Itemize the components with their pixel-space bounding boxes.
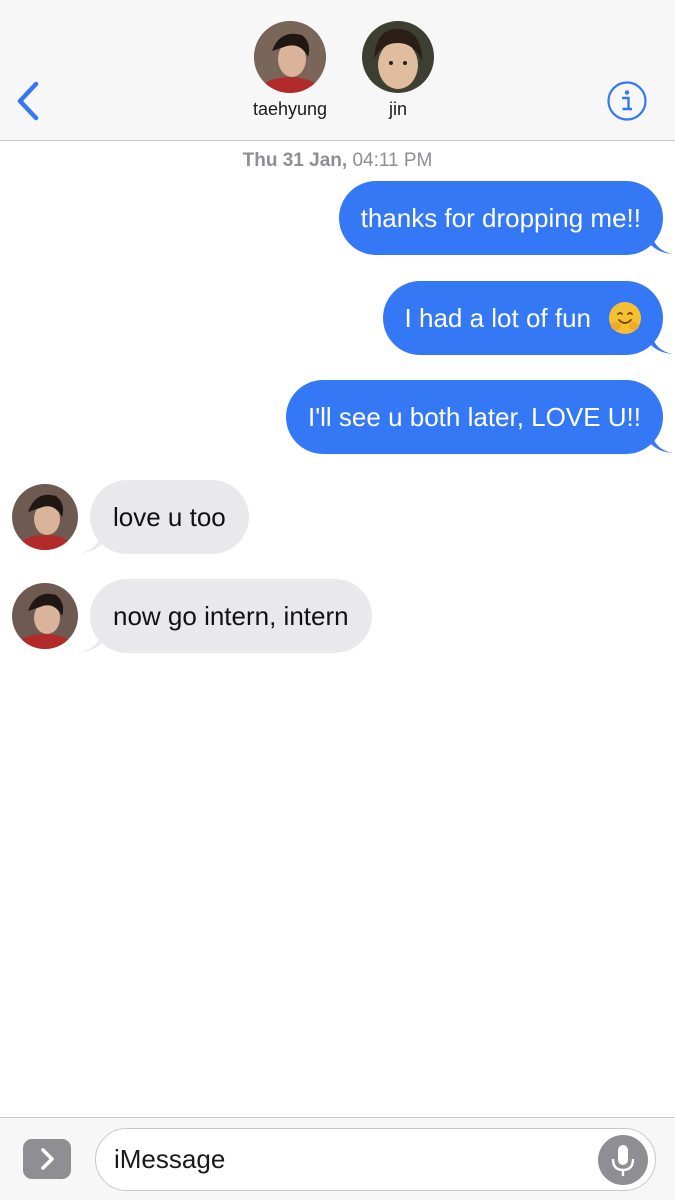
timestamp-day: Thu 31 Jan, [242,150,348,171]
message-text: now go intern, intern [113,600,349,631]
message-text: I had a lot of fun [404,302,591,333]
message-composer [0,1117,675,1200]
microphone-icon [611,1145,635,1176]
message-text: thanks for dropping me!! [360,202,641,233]
participant-name: jin [388,99,407,119]
chevron-right-icon [41,1148,54,1170]
sender-avatar[interactable] [12,484,78,550]
chevron-left-icon [17,81,39,121]
conversation-header: taehyung jin [0,0,675,141]
taehyung-avatar [254,21,326,93]
hugging-face-emoji [609,302,641,334]
bubble-tail [651,432,673,453]
message-timestamp: Thu 31 Jan, 04:11 PM [0,150,675,172]
message-text: I'll see u both later, LOVE U!! [307,401,641,432]
bubble-tail [80,631,102,652]
outgoing-message[interactable]: I'll see u both later, LOVE U!! [285,380,673,454]
participant-taehyung[interactable]: taehyung [235,21,345,120]
outgoing-message[interactable]: thanks for dropping me!! [338,181,673,255]
bubble-tail [651,233,673,254]
jin-avatar [362,21,434,93]
participant-jin[interactable]: jin [343,21,453,120]
back-button[interactable] [10,78,46,124]
outgoing-message[interactable]: I had a lot of fun [382,281,673,355]
participant-name: taehyung [252,99,328,119]
incoming-message[interactable]: love u too [80,480,249,554]
info-button[interactable] [606,80,648,122]
info-circle-icon [607,81,647,121]
incoming-message[interactable]: now go intern, intern [80,579,372,653]
apps-button[interactable] [23,1139,71,1179]
message-text: love u too [113,501,226,532]
microphone-button[interactable] [598,1135,648,1185]
sender-avatar[interactable] [12,583,78,649]
bubble-tail [651,333,673,354]
timestamp-time: 04:11 PM [352,150,433,171]
bubble-tail [80,532,102,553]
message-input[interactable] [95,1128,656,1191]
